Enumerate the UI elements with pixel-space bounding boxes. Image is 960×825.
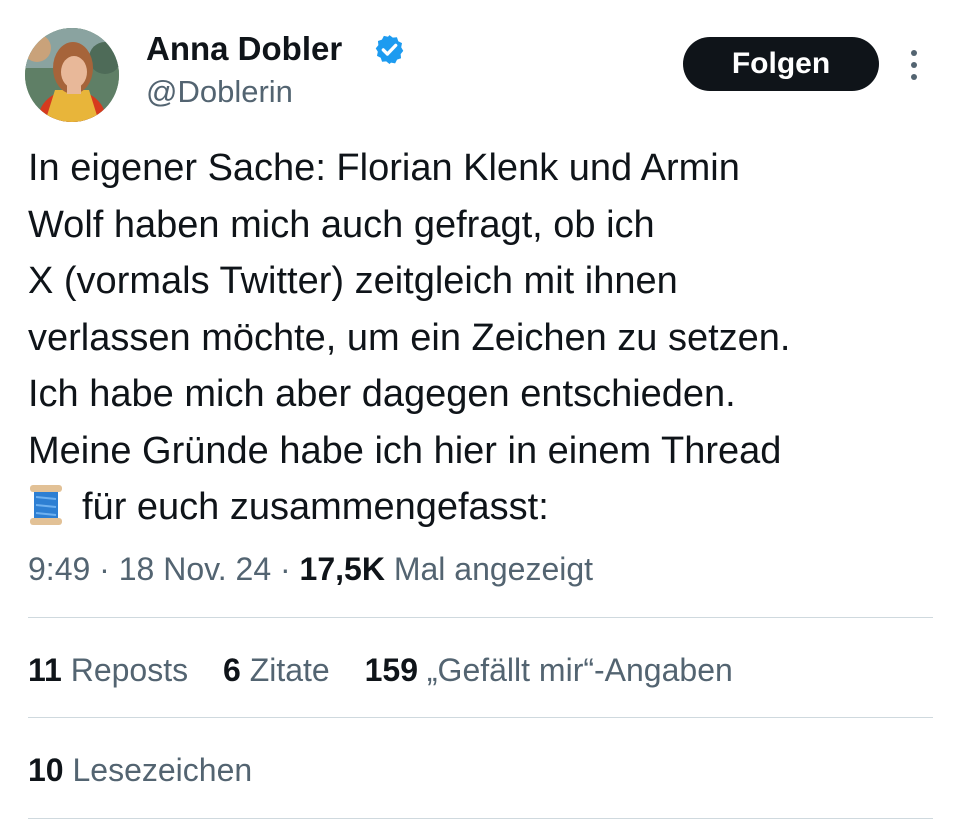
tweet-line: Wolf haben mich auch gefragt, ob ich [28,203,655,246]
bookmarks-stat[interactable]: 10 Lesezeichen [28,748,252,792]
divider [28,818,933,819]
tweet-line: X (vormals Twitter) zeitgleich mit ihnen [28,260,678,302]
quotes-stat[interactable]: 6 Zitate [223,648,330,692]
author-name[interactable]: Anna Dobler [146,30,342,68]
tweet-line: verlassen möchte, um ein Zeichen zu setz… [28,316,791,359]
tweet-header: Anna Dobler @Doblerin Folgen [0,0,960,130]
quotes-count: 6 [223,652,241,688]
spool-of-thread-icon [30,485,62,525]
views-label: Mal angezeigt [393,551,594,587]
reposts-count: 11 [28,652,62,688]
tweet-line: Ich habe mich aber dagegen entschieden. [28,373,736,415]
likes-label: „Gefällt mir“-Angaben [426,652,733,688]
tweet-meta: 9:49 · 18 Nov. 24 · 17,5K Mal angezeigt [28,548,593,590]
views-count: 17,5K [299,551,385,587]
likes-count: 159 [364,652,418,688]
tweet-date[interactable]: 18 Nov. 24 [119,551,271,587]
likes-stat[interactable]: 159 „Gefällt mir“-Angaben [365,648,733,692]
tweet-text: In eigener Sache: Florian Klenk und Armi… [28,140,933,536]
meta-separator: · [99,551,110,587]
tweet-time[interactable]: 9:49 [28,551,90,587]
reposts-label: Reposts [70,652,189,688]
tweet-line-last: für euch zusammengefasst: [28,479,933,536]
quotes-label: Zitate [249,652,330,688]
meta-separator: · [280,551,291,587]
tweet-line: für euch zusammengefasst: [82,486,549,528]
avatar-image [25,28,119,122]
author-handle[interactable]: @Doblerin [146,73,293,111]
more-options-icon[interactable] [905,48,923,82]
bookmarks-count: 10 [28,752,64,788]
tweet-line: In eigener Sache: Florian Klenk und Armi… [28,147,740,189]
divider [28,717,933,718]
verified-badge-icon [375,35,404,64]
reposts-stat[interactable]: 11 Reposts [28,648,188,692]
divider [28,617,933,618]
bookmarks-label: Lesezeichen [72,752,253,788]
tweet-line: Meine Gründe habe ich hier in einem Thre… [28,429,782,472]
avatar[interactable] [25,28,119,122]
engagement-stats: 11 Reposts 6 Zitate 159 „Gefällt mir“-An… [28,648,759,692]
follow-button[interactable]: Folgen [683,37,879,91]
